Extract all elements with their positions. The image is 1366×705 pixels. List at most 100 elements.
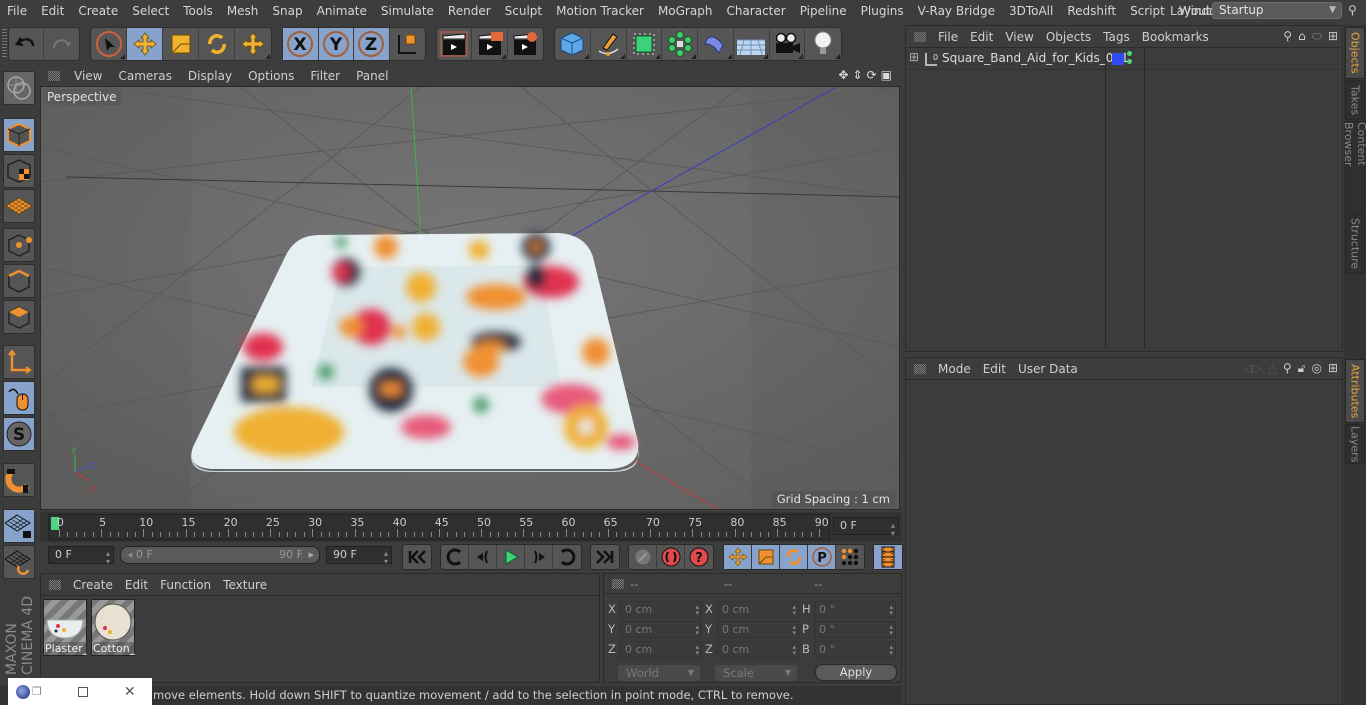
- orbit-view-icon[interactable]: ⟳: [867, 68, 877, 82]
- 3d-viewport[interactable]: Y Z X Perspective Grid Spacing : 1 cm: [40, 86, 900, 510]
- restore-icon[interactable]: ❐: [32, 685, 42, 698]
- pan-view-icon[interactable]: ✥: [838, 68, 848, 82]
- key-scale-icon[interactable]: [752, 545, 780, 569]
- cloner-icon[interactable]: [662, 28, 698, 60]
- material-swatch-plaster[interactable]: Plaster_(: [43, 599, 87, 656]
- tab-structure[interactable]: Structure: [1345, 214, 1365, 274]
- attribute-menu-mode[interactable]: Mode: [932, 362, 977, 376]
- spinner-icon[interactable]: ▴ ▾: [695, 624, 699, 637]
- material-swatch-cotton[interactable]: Cotton_: [91, 599, 135, 656]
- viewport-menu-cameras[interactable]: Cameras: [110, 69, 179, 83]
- material-menu-create[interactable]: Create: [67, 578, 119, 592]
- search-icon[interactable]: ⚲: [1348, 3, 1357, 17]
- toggle-layout-icon[interactable]: ▣: [881, 68, 892, 82]
- expand-icon[interactable]: ⊞: [909, 50, 919, 64]
- menu-3dtoall[interactable]: 3DToAll: [1002, 4, 1060, 18]
- key-parameter-icon[interactable]: P: [808, 545, 836, 569]
- model-mode-icon[interactable]: [3, 118, 35, 152]
- deformer-icon[interactable]: [698, 28, 734, 60]
- search-icon[interactable]: ⚲: [1283, 361, 1292, 376]
- autokeying-icon[interactable]: ?: [685, 545, 713, 569]
- menu-render[interactable]: Render: [441, 4, 498, 18]
- recent-tool-icon[interactable]: [235, 28, 271, 60]
- viewport-menu-panel[interactable]: Panel: [348, 69, 396, 83]
- spinner-icon[interactable]: ▴ ▾: [891, 522, 895, 538]
- spinner-icon[interactable]: ▴ ▾: [106, 550, 110, 566]
- tab-content-browser[interactable]: Content Browser: [1342, 121, 1366, 213]
- coordinate-space-select[interactable]: World ▼: [618, 665, 700, 681]
- object-menu-bookmarks[interactable]: Bookmarks: [1136, 30, 1215, 44]
- apply-button[interactable]: Apply: [815, 664, 897, 681]
- panel-grip[interactable]: [914, 31, 926, 42]
- object-menu-edit[interactable]: Edit: [964, 30, 999, 44]
- coordinate-field[interactable]: 0 cm ▴ ▾: [620, 601, 702, 618]
- menu-redshift[interactable]: Redshift: [1060, 4, 1123, 18]
- close-icon[interactable]: ✕: [124, 684, 136, 700]
- point-mode-icon[interactable]: [3, 228, 35, 262]
- edge-mode-icon[interactable]: [3, 264, 35, 298]
- spinner-icon[interactable]: ▴ ▾: [792, 644, 796, 657]
- menu-edit[interactable]: Edit: [34, 4, 71, 18]
- key-point-level-icon[interactable]: [836, 545, 864, 569]
- object-menu-view[interactable]: View: [999, 30, 1039, 44]
- rotate-icon[interactable]: [199, 28, 235, 60]
- timeline-ruler[interactable]: 0 5 10 15 20 25 30 35 40 45 50 55 60 65 70 75 80 85 90: [48, 514, 830, 540]
- viewport-menu-view[interactable]: View: [66, 69, 110, 83]
- spinner-icon[interactable]: ▴ ▾: [889, 604, 893, 617]
- editor-visibility-dot[interactable]: [1127, 51, 1132, 56]
- make-editable-icon[interactable]: [3, 71, 35, 105]
- workplane-align-icon[interactable]: [3, 545, 35, 579]
- object-row[interactable]: ⊞ 0 Square_Band_Aid_for_Kids_001: [906, 48, 1342, 348]
- coordinate-field[interactable]: 0 ° ▴ ▾: [814, 641, 896, 658]
- menu-mesh[interactable]: Mesh: [220, 4, 266, 18]
- menu-create[interactable]: Create: [71, 4, 125, 18]
- maximize-icon[interactable]: [77, 686, 88, 697]
- range-right-arrow-icon[interactable]: ▸: [308, 547, 314, 563]
- redo-icon[interactable]: [44, 28, 79, 60]
- next-frame-icon[interactable]: [525, 545, 553, 569]
- scale-icon[interactable]: [163, 28, 199, 60]
- coordinate-field[interactable]: 0 cm ▴ ▾: [717, 641, 799, 658]
- goto-end-icon[interactable]: [591, 545, 619, 569]
- home-icon[interactable]: ⌂: [1298, 29, 1306, 44]
- camera-label[interactable]: Perspective: [43, 89, 121, 105]
- subdivision-surface-icon[interactable]: [627, 28, 663, 60]
- axis-mode-icon[interactable]: [3, 345, 35, 379]
- panel-grip[interactable]: [49, 579, 61, 590]
- z-axis-lock-icon[interactable]: Z: [354, 28, 390, 60]
- material-menu-texture[interactable]: Texture: [217, 578, 273, 592]
- coordinate-field[interactable]: 0 cm ▴ ▾: [717, 621, 799, 638]
- object-name[interactable]: Square_Band_Aid_for_Kids_001: [942, 51, 1129, 65]
- polygon-mode-icon[interactable]: [3, 300, 35, 334]
- menu-pipeline[interactable]: Pipeline: [793, 4, 854, 18]
- render-visibility-dot[interactable]: [1127, 59, 1132, 64]
- workplane-lock-icon[interactable]: [3, 509, 35, 543]
- render-to-picture-viewer-icon[interactable]: [472, 28, 508, 60]
- spinner-icon[interactable]: ▴ ▾: [889, 624, 893, 637]
- tab-objects[interactable]: Objects: [1345, 27, 1365, 79]
- pen-spline-icon[interactable]: [591, 28, 627, 60]
- workplane-mode-icon[interactable]: [3, 189, 35, 223]
- viewport-menu-filter[interactable]: Filter: [302, 69, 348, 83]
- layout-select[interactable]: Startup ▼: [1212, 2, 1342, 19]
- menu-plugins[interactable]: Plugins: [854, 4, 911, 18]
- back-icon[interactable]: ◁▷: [1243, 361, 1261, 376]
- previous-frame-icon[interactable]: [469, 545, 497, 569]
- current-frame-field[interactable]: 0 F ▴ ▾: [833, 517, 899, 538]
- solo-mode-icon[interactable]: S: [3, 417, 35, 451]
- play-forward-icon[interactable]: [497, 545, 525, 569]
- layer-color-swatch[interactable]: [1112, 53, 1124, 65]
- y-axis-lock-icon[interactable]: Y: [318, 28, 354, 60]
- menu-simulate[interactable]: Simulate: [374, 4, 441, 18]
- material-menu-edit[interactable]: Edit: [119, 578, 154, 592]
- tweak-mode-icon[interactable]: [3, 381, 35, 415]
- menu-character[interactable]: Character: [719, 4, 792, 18]
- range-left-arrow-icon[interactable]: ◂: [127, 548, 133, 561]
- end-frame-field[interactable]: 90 F ▴ ▾: [326, 546, 392, 566]
- render-view-icon[interactable]: [437, 28, 473, 60]
- coordinate-mode-select[interactable]: Scale ▼: [715, 665, 797, 681]
- spinner-icon[interactable]: ▴ ▾: [384, 550, 388, 566]
- menu-vray-bridge[interactable]: V-Ray Bridge: [911, 4, 1002, 18]
- undo-icon[interactable]: [9, 28, 45, 60]
- coordinate-field[interactable]: 0 cm ▴ ▾: [620, 641, 702, 658]
